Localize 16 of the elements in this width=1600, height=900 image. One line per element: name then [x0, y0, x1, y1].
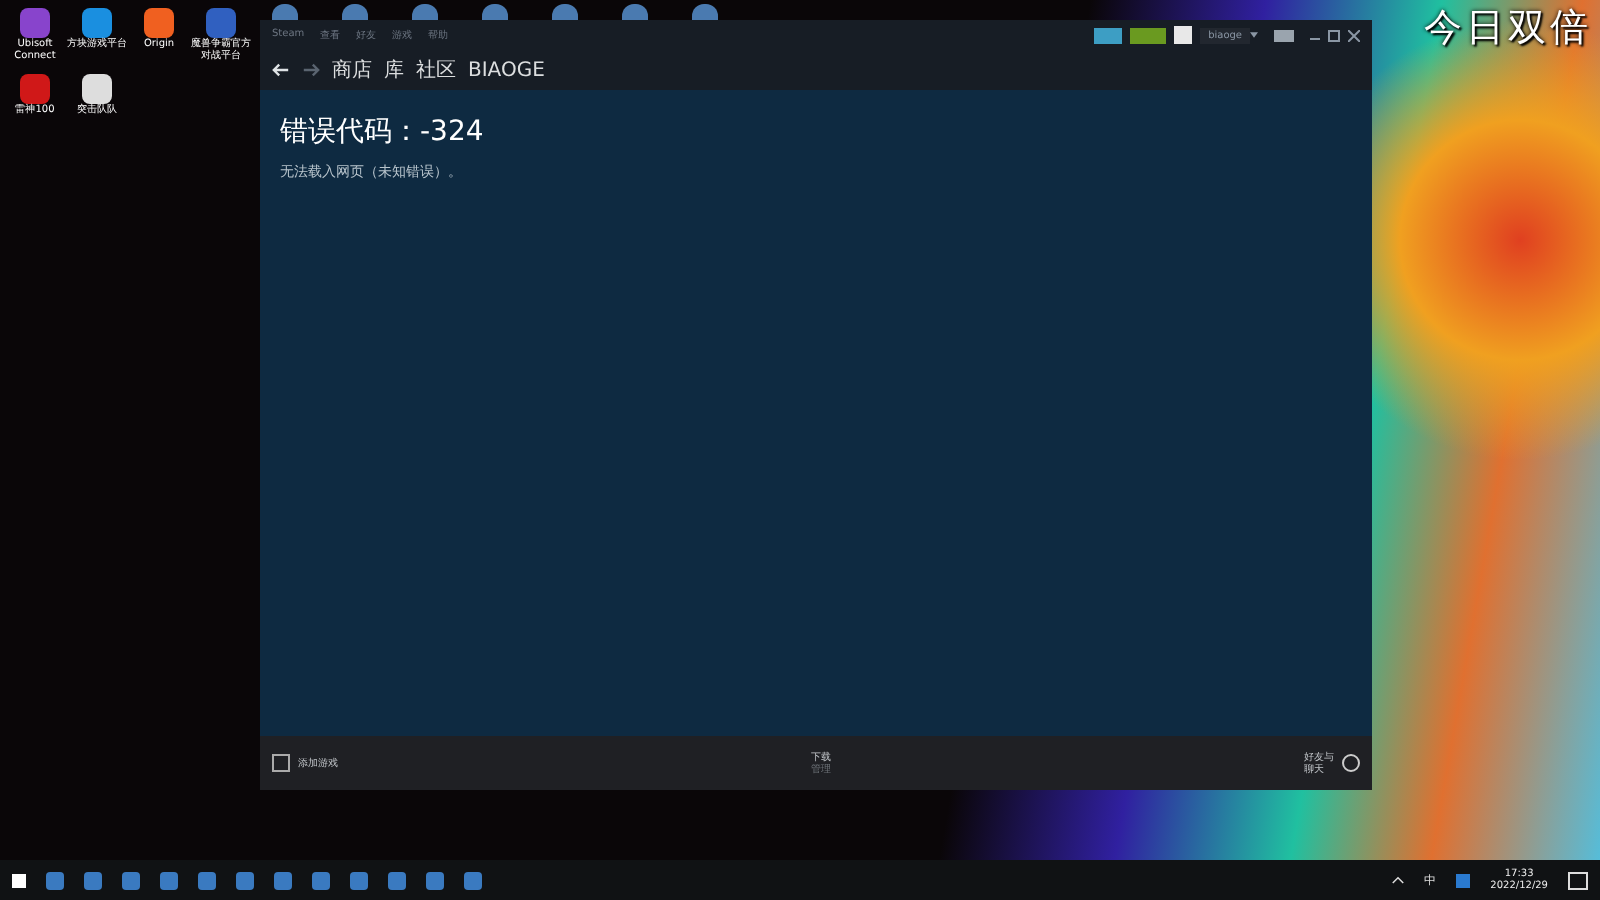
- chevron-up-icon[interactable]: [1392, 876, 1405, 884]
- nav-tab[interactable]: 库: [384, 56, 404, 84]
- notification-icon[interactable]: [1568, 871, 1588, 889]
- forward-icon[interactable]: [302, 62, 320, 78]
- caret-icon[interactable]: [1250, 32, 1258, 38]
- nav-tab[interactable]: BIAOGE: [468, 59, 545, 81]
- add-friend-icon[interactable]: [1342, 754, 1360, 772]
- error-title: 错误代码：-324: [280, 114, 486, 150]
- add-icon[interactable]: [272, 754, 290, 772]
- start-icon[interactable]: [12, 873, 26, 887]
- back-icon[interactable]: [272, 62, 290, 78]
- close-icon[interactable]: [1348, 29, 1360, 41]
- maximize-icon[interactable]: [1328, 29, 1340, 41]
- nav-tab[interactable]: 商店: [332, 56, 372, 84]
- overlay-text: 今日双倍: [1424, 4, 1592, 54]
- nav-tab[interactable]: 社区: [416, 56, 456, 84]
